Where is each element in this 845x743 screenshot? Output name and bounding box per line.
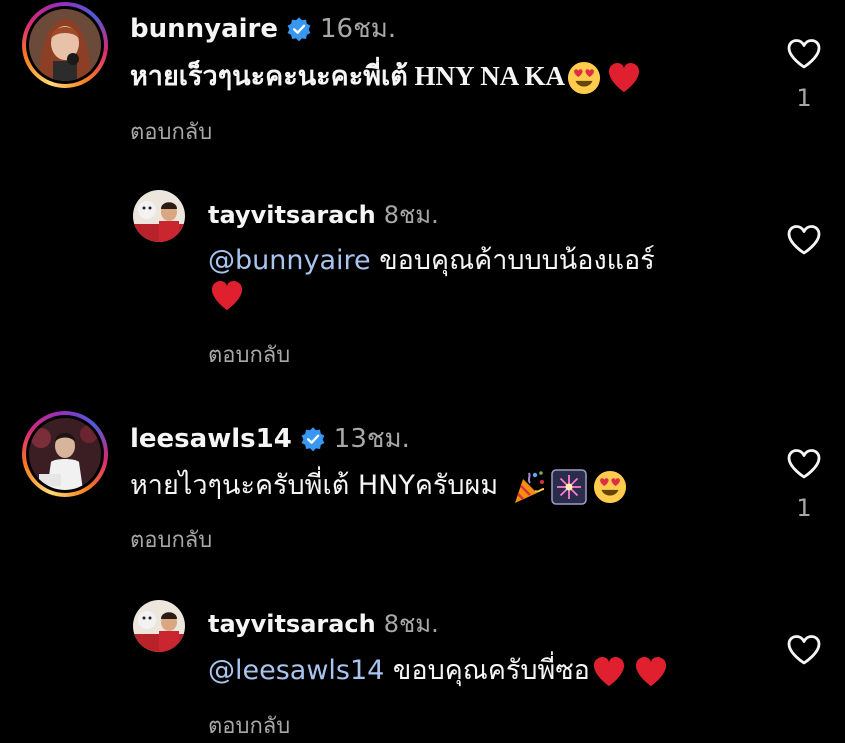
comment-header: tayvitsarach 8ชม. [208, 195, 439, 234]
like-column: 1 [782, 38, 826, 112]
comment-header: leesawls14 13ชม. [130, 418, 410, 459]
comment-leesawls14: leesawls14 13ชม. หายไวๆนะครับพี่เต้ HNYค… [0, 405, 845, 565]
red-heart-emoji-icon [211, 280, 243, 311]
comment-text: @bunnyaire ขอบคุณค้าบบบน้องแอร์ [208, 238, 655, 281]
username[interactable]: tayvitsarach [208, 610, 376, 638]
timestamp[interactable]: 13ชม. [334, 418, 410, 459]
comment-body: ขอบคุณค้าบบบน้องแอร์ [370, 245, 655, 276]
verified-badge-icon [301, 426, 325, 451]
heart-eyes-emoji-icon [567, 61, 601, 94]
like-column: 1 [782, 448, 826, 522]
avatar[interactable] [133, 190, 185, 242]
reply-button[interactable]: ตอบกลับ [208, 337, 290, 372]
red-heart-emoji-icon [593, 656, 624, 686]
username[interactable]: tayvitsarach [208, 201, 376, 229]
sparkler-emoji-icon [550, 468, 587, 505]
avatar-photo [133, 190, 185, 242]
like-column [782, 224, 826, 256]
timestamp[interactable]: 8ชม. [384, 604, 439, 643]
heart-outline-icon[interactable] [786, 224, 822, 256]
red-heart-emoji-icon [608, 62, 640, 92]
comment-text: หายเร็วๆนะคะนะคะพี่เต้ HNY NA KA [130, 54, 641, 97]
avatar-photo [133, 600, 185, 652]
heart-outline-icon[interactable] [786, 448, 822, 480]
heart-outline-icon[interactable] [786, 634, 822, 666]
party-popper-emoji-icon [514, 470, 544, 503]
comment-body: หายเร็วๆนะคะนะคะพี่เต้ HNY NA KA [130, 61, 566, 91]
timestamp[interactable]: 8ชม. [384, 195, 439, 234]
comment-body: ขอบคุณครับพี่ซอ [384, 655, 590, 686]
mention-link[interactable]: @leesawls14 [208, 655, 384, 686]
red-heart-emoji-icon [635, 656, 666, 686]
comment-text: @leesawls14 ขอบคุณครับพี่ซอ [208, 648, 668, 691]
heart-eyes-emoji-icon [593, 470, 626, 503]
comment-text-line-2 [210, 280, 244, 312]
reply-tayvitsarach-1: tayvitsarach 8ชม. @bunnyaire ขอบคุณค้าบบ… [0, 180, 845, 370]
heart-outline-icon[interactable] [786, 38, 822, 70]
comment-text: หายไวๆนะครับพี่เต้ HNYครับผม [130, 463, 627, 506]
avatar[interactable] [22, 411, 108, 497]
reply-tayvitsarach-2: tayvitsarach 8ชม. @leesawls14 ขอบคุณครับ… [0, 590, 845, 739]
verified-badge-icon [287, 16, 311, 41]
timestamp[interactable]: 16ชม. [320, 8, 396, 49]
like-count[interactable]: 1 [796, 84, 811, 112]
avatar-photo [29, 418, 101, 490]
comment-body: หายไวๆนะครับพี่เต้ HNYครับผม [130, 470, 499, 501]
like-column [782, 634, 826, 666]
comment-header: bunnyaire 16ชม. [130, 8, 396, 49]
username[interactable]: leesawls14 [130, 424, 292, 454]
comment-header: tayvitsarach 8ชม. [208, 604, 439, 643]
reply-button[interactable]: ตอบกลับ [130, 114, 212, 149]
username[interactable]: bunnyaire [130, 14, 278, 44]
reply-button[interactable]: ตอบกลับ [208, 708, 290, 743]
mention-link[interactable]: @bunnyaire [208, 245, 371, 276]
avatar-photo [29, 9, 101, 81]
like-count[interactable]: 1 [796, 494, 811, 522]
avatar[interactable] [133, 600, 185, 652]
comment-bunnyaire: bunnyaire 16ชม. หายเร็วๆนะคะนะคะพี่เต้ H… [0, 0, 845, 160]
reply-button[interactable]: ตอบกลับ [130, 522, 212, 557]
avatar[interactable] [22, 2, 108, 88]
